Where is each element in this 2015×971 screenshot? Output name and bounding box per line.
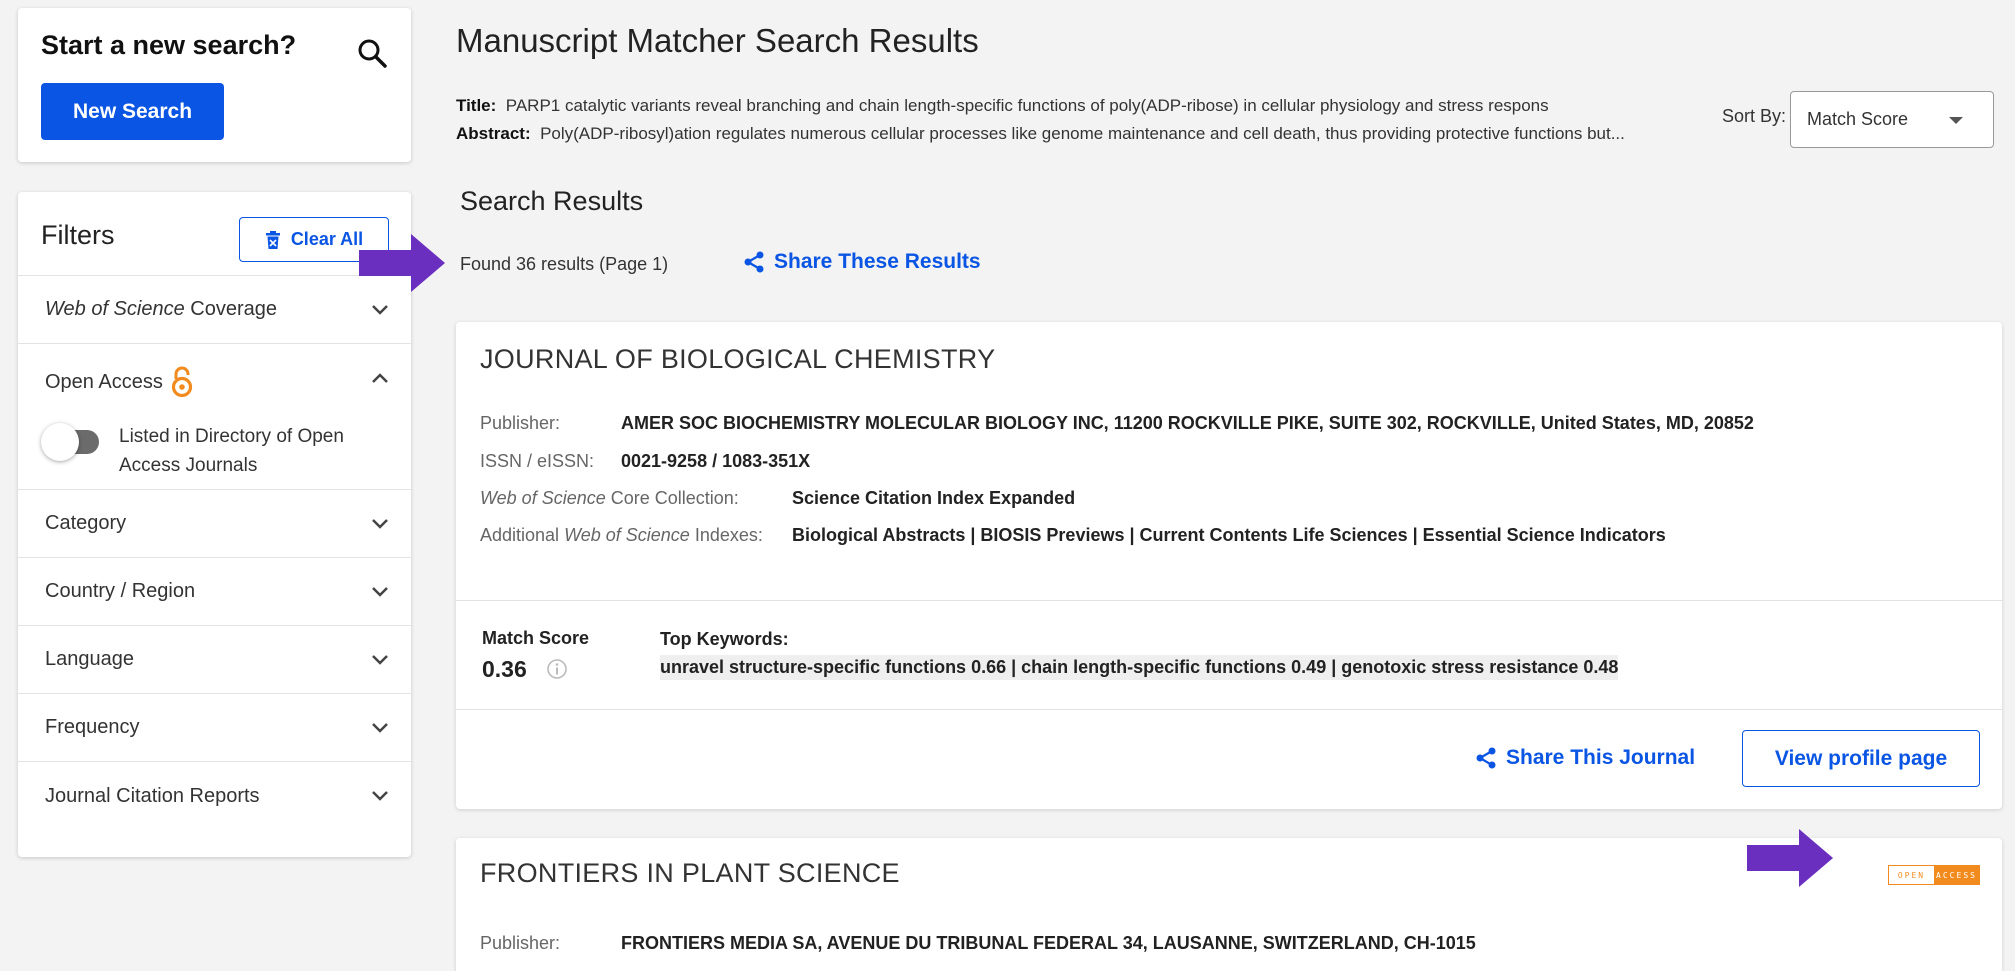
query-summary: Title: PARP1 catalytic variants reveal b… bbox=[456, 92, 1696, 148]
filters-panel: Filters Clear All Web of Science Coverag… bbox=[18, 192, 411, 857]
top-keywords-label: Top Keywords: bbox=[660, 629, 789, 649]
view-profile-button[interactable]: View profile page bbox=[1742, 730, 1980, 787]
sort-by-label: Sort By: bbox=[1722, 106, 1787, 126]
match-score-value: 0.36 bbox=[482, 656, 527, 682]
results-count: Found 36 results (Page 1) bbox=[460, 254, 669, 274]
filter-wos-coverage[interactable]: Web of Science Coverage bbox=[18, 276, 411, 344]
chevron-down-icon bbox=[372, 305, 388, 315]
filter-frequency-label: Frequency bbox=[45, 716, 140, 738]
journal-name[interactable]: FRONTIERS IN PLANT SCIENCE bbox=[480, 858, 900, 889]
filter-category[interactable]: Category bbox=[18, 490, 411, 558]
page-title: Manuscript Matcher Search Results bbox=[456, 22, 979, 59]
chevron-up-icon bbox=[372, 373, 388, 383]
new-search-card: Start a new search? New Search bbox=[18, 8, 411, 162]
match-score-label: Match Score bbox=[482, 628, 590, 648]
open-access-lock-icon bbox=[171, 366, 192, 398]
journal-name[interactable]: JOURNAL OF BIOLOGICAL CHEMISTRY bbox=[480, 344, 995, 375]
core-collection-label: Web of Science Core Collection: bbox=[480, 488, 739, 508]
filters-title: Filters bbox=[41, 220, 115, 250]
filters-header: Filters Clear All bbox=[18, 192, 411, 276]
filter-open-access-label: Open Access bbox=[45, 370, 163, 393]
open-access-badge: OPEN ACCESS bbox=[1888, 865, 1980, 885]
issn-value: 0021-9258 / 1083-351X bbox=[621, 451, 811, 471]
additional-indexes-label: Additional Web of Science Indexes: bbox=[480, 525, 763, 545]
top-keywords-value: unravel structure-specific functions 0.6… bbox=[660, 655, 1619, 680]
filter-country-region[interactable]: Country / Region bbox=[18, 558, 411, 626]
filter-category-label: Category bbox=[45, 512, 127, 534]
filter-jcr-label: Journal Citation Reports bbox=[45, 784, 260, 807]
filter-language[interactable]: Language bbox=[18, 626, 411, 694]
share-results-link[interactable]: Share These Results bbox=[742, 250, 981, 274]
share-icon bbox=[744, 251, 764, 273]
annotation-arrow-right bbox=[359, 234, 445, 292]
query-abstract-line: Abstract: Poly(ADP-ribosyl)ation regulat… bbox=[456, 124, 1625, 143]
additional-indexes-value: Biological Abstracts | BIOSIS Previews |… bbox=[792, 525, 1666, 545]
filter-open-access[interactable]: Open Access Listed in Directory of Open … bbox=[18, 344, 411, 490]
share-journal-label: Share This Journal bbox=[1506, 746, 1696, 769]
annotation-arrow-right bbox=[1747, 829, 1833, 887]
publisher-value: FRONTIERS MEDIA SA, AVENUE DU TRIBUNAL F… bbox=[621, 933, 1476, 953]
search-icon[interactable] bbox=[355, 36, 389, 70]
publisher-label: Publisher: bbox=[480, 413, 561, 433]
journal-card: JOURNAL OF BIOLOGICAL CHEMISTRY Publishe… bbox=[456, 322, 2002, 809]
query-title-line: Title: PARP1 catalytic variants reveal b… bbox=[456, 96, 1549, 115]
new-search-button[interactable]: New Search bbox=[41, 83, 224, 140]
issn-label: ISSN / eISSN: bbox=[480, 451, 595, 471]
share-results-label: Share These Results bbox=[774, 250, 981, 273]
filter-open-access-header: Open Access bbox=[45, 366, 193, 398]
chevron-down-icon bbox=[372, 519, 388, 529]
chevron-down-icon bbox=[372, 723, 388, 733]
filter-wos-coverage-label: Web of Science Coverage bbox=[45, 298, 277, 320]
sort-by-value: Match Score bbox=[1807, 109, 1909, 129]
filter-language-label: Language bbox=[45, 648, 134, 670]
chevron-down-icon bbox=[372, 587, 388, 597]
new-search-title: Start a new search? bbox=[41, 30, 297, 60]
divider bbox=[456, 600, 2002, 601]
divider bbox=[456, 709, 2002, 710]
doaj-toggle[interactable] bbox=[41, 423, 99, 461]
share-journal-link[interactable]: Share This Journal bbox=[1474, 746, 1695, 770]
info-icon[interactable] bbox=[546, 658, 568, 680]
clear-all-label: Clear All bbox=[290, 229, 364, 249]
core-collection-value: Science Citation Index Expanded bbox=[792, 488, 1076, 508]
share-icon bbox=[1476, 747, 1496, 769]
chevron-down-icon bbox=[372, 791, 388, 801]
filter-frequency[interactable]: Frequency bbox=[18, 694, 411, 762]
sort-by-select[interactable]: Match Score bbox=[1790, 91, 1994, 148]
chevron-down-icon bbox=[372, 655, 388, 665]
toggle-knob bbox=[41, 423, 79, 461]
doaj-toggle-label: Listed in Directory of Open Access Journ… bbox=[119, 426, 344, 476]
trash-icon bbox=[265, 230, 280, 249]
filter-country-label: Country / Region bbox=[45, 580, 196, 602]
filter-jcr[interactable]: Journal Citation Reports bbox=[18, 762, 411, 830]
publisher-label: Publisher: bbox=[480, 933, 561, 953]
search-results-heading: Search Results bbox=[460, 186, 644, 216]
publisher-value: AMER SOC BIOCHEMISTRY MOLECULAR BIOLOGY … bbox=[621, 413, 1754, 433]
sidebar: Start a new search? New Search Filters C… bbox=[18, 8, 411, 857]
caret-down-icon bbox=[1949, 117, 1963, 124]
